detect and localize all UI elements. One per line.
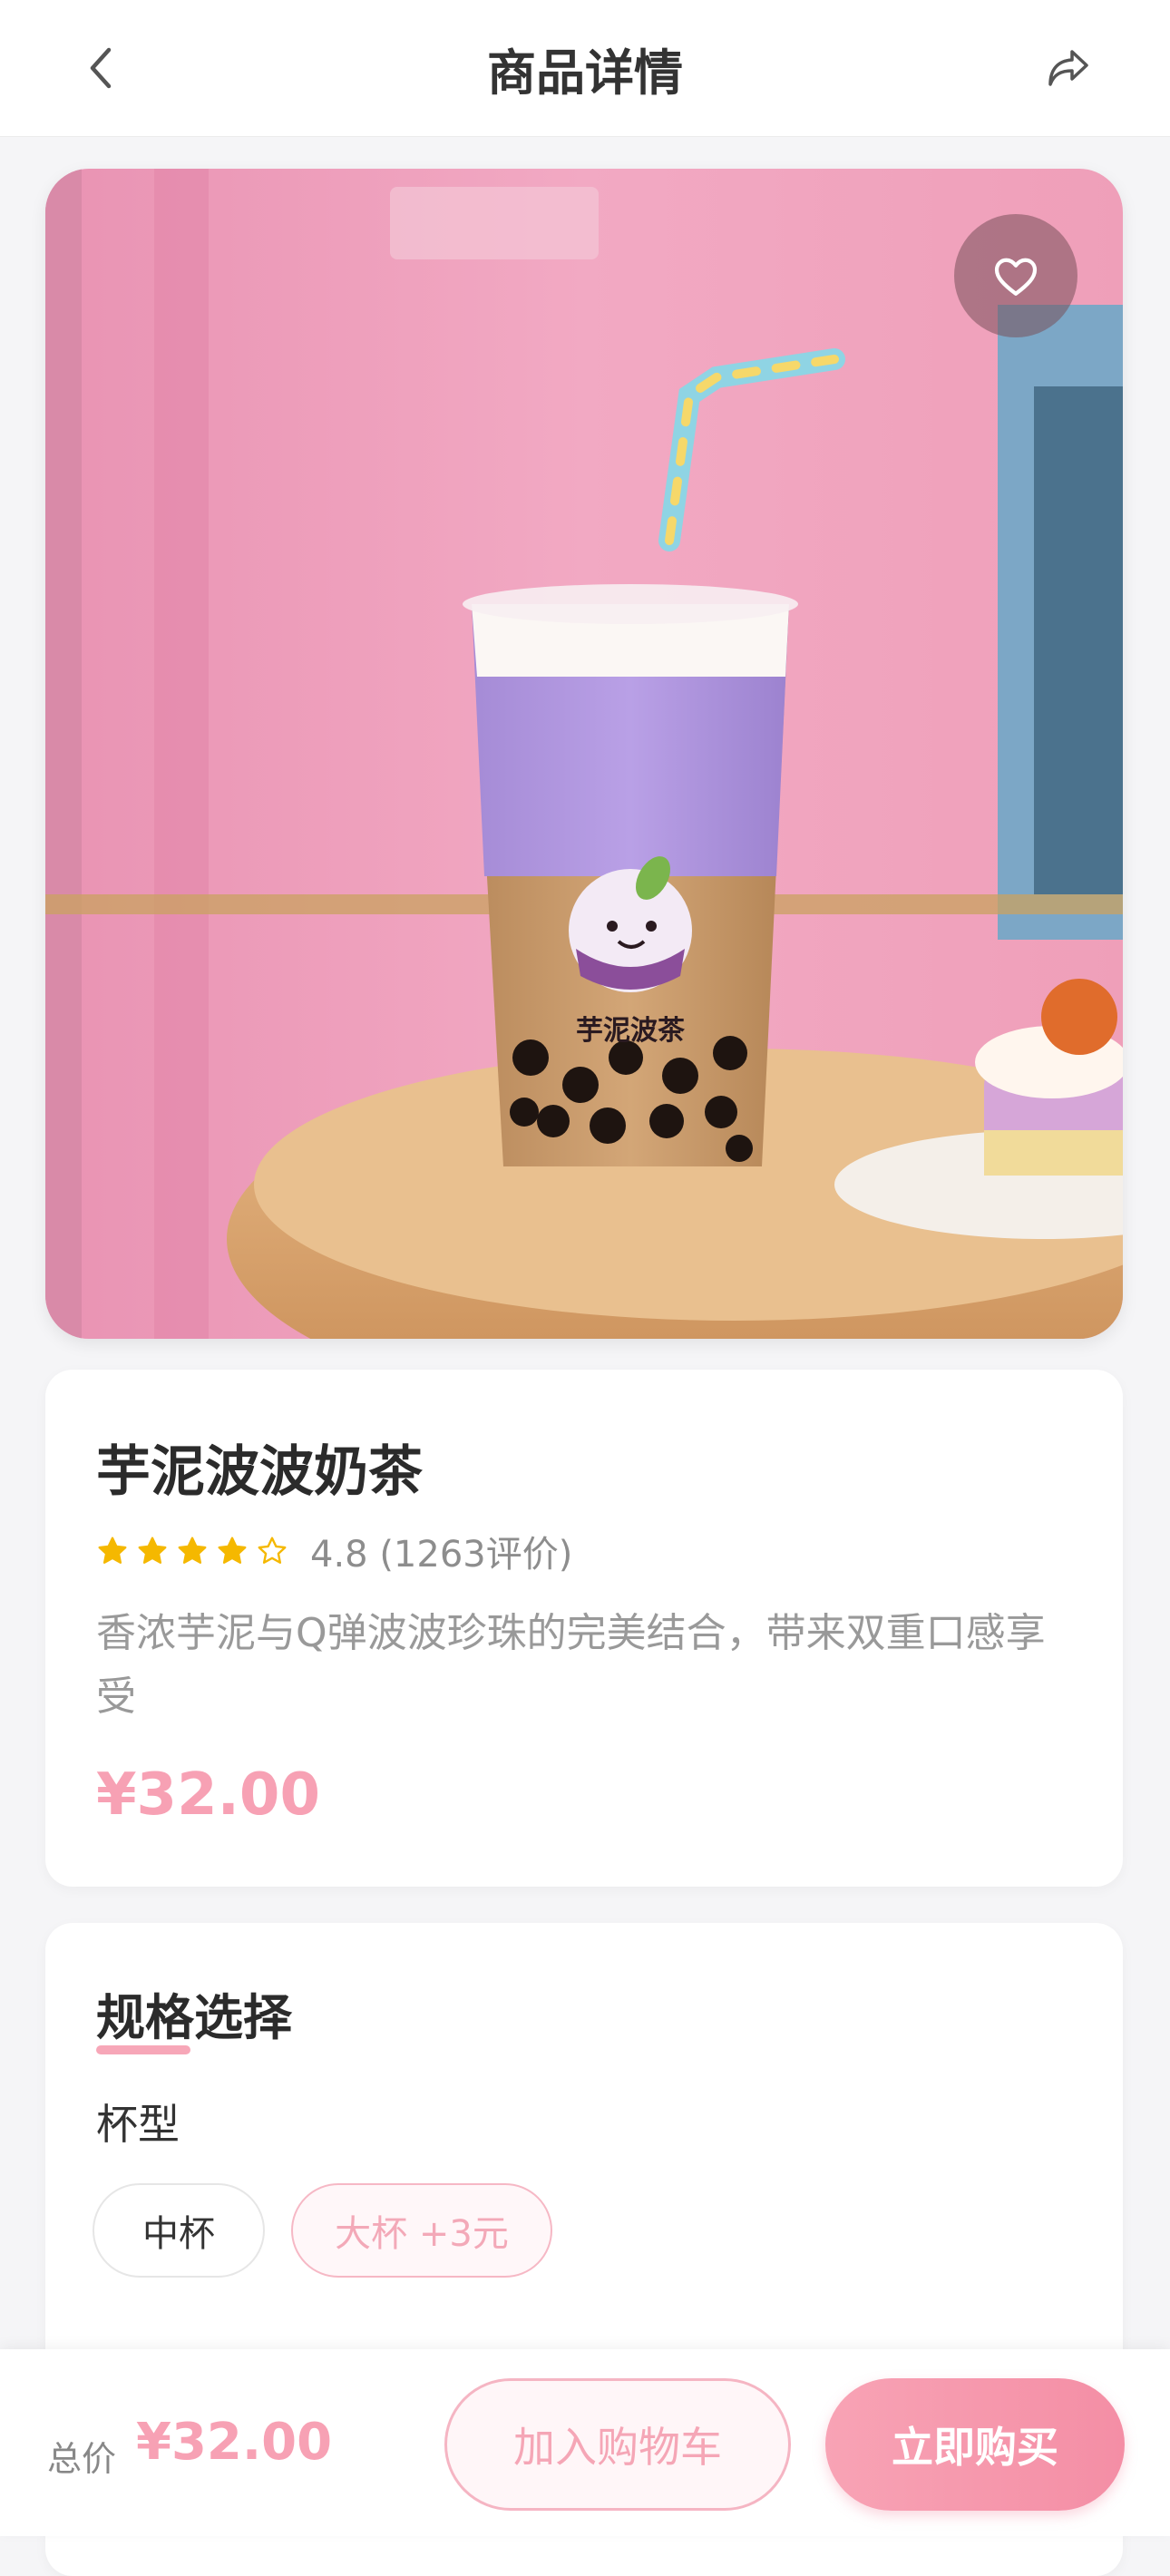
bubble-tea-illustration: 芋泥波茶 <box>45 169 1123 1339</box>
total-price: ¥32.00 <box>136 2413 333 2472</box>
cup-size-label: 杯型 <box>96 2100 180 2149</box>
product-name: 芋泥波波奶茶 <box>96 1440 423 1504</box>
star-empty-icon <box>258 1537 287 1564</box>
option-large-cup[interactable]: 大杯 +3元 <box>291 2183 552 2278</box>
page-title: 商品详情 <box>487 44 683 102</box>
favorite-button[interactable] <box>954 214 1077 337</box>
star-filled-icon <box>138 1537 167 1564</box>
buy-now-button[interactable]: 立即购买 <box>825 2378 1125 2511</box>
top-nav-bar: 商品详情 <box>0 0 1170 137</box>
star-filled-icon <box>98 1537 127 1564</box>
product-price: ¥32.00 <box>96 1761 320 1829</box>
cup-label-text: 芋泥波茶 <box>576 1015 686 1047</box>
spec-title-underline <box>96 2045 190 2054</box>
add-to-cart-button[interactable]: 加入购物车 <box>444 2378 791 2511</box>
bottom-action-bar: 总价 ¥32.00 加入购物车 立即购买 <box>0 2349 1170 2536</box>
product-image: 芋泥波茶 <box>45 169 1123 1339</box>
star-filled-icon <box>178 1537 207 1564</box>
heart-icon <box>994 258 1038 296</box>
rating-row: 4.8 (1263评价) <box>96 1526 572 1576</box>
option-medium-cup[interactable]: 中杯 <box>93 2183 265 2278</box>
spec-title: 规格选择 <box>96 1989 292 2046</box>
product-description: 香浓芋泥与Q弹波波珍珠的完美结合，带来双重口感享受 <box>96 1610 1046 1720</box>
star-filled-icon <box>218 1537 247 1564</box>
rating-text: 4.8 (1263评价) <box>310 1534 573 1576</box>
total-label: 总价 <box>47 2439 117 2479</box>
star-rating <box>96 1535 288 1567</box>
product-info-card: 芋泥波波奶茶 4.8 (1263评价) 香浓芋泥与Q弹波波珍珠的完美结合，带来双… <box>45 1370 1123 1887</box>
share-icon <box>1048 50 1088 86</box>
share-button[interactable] <box>1032 32 1105 104</box>
